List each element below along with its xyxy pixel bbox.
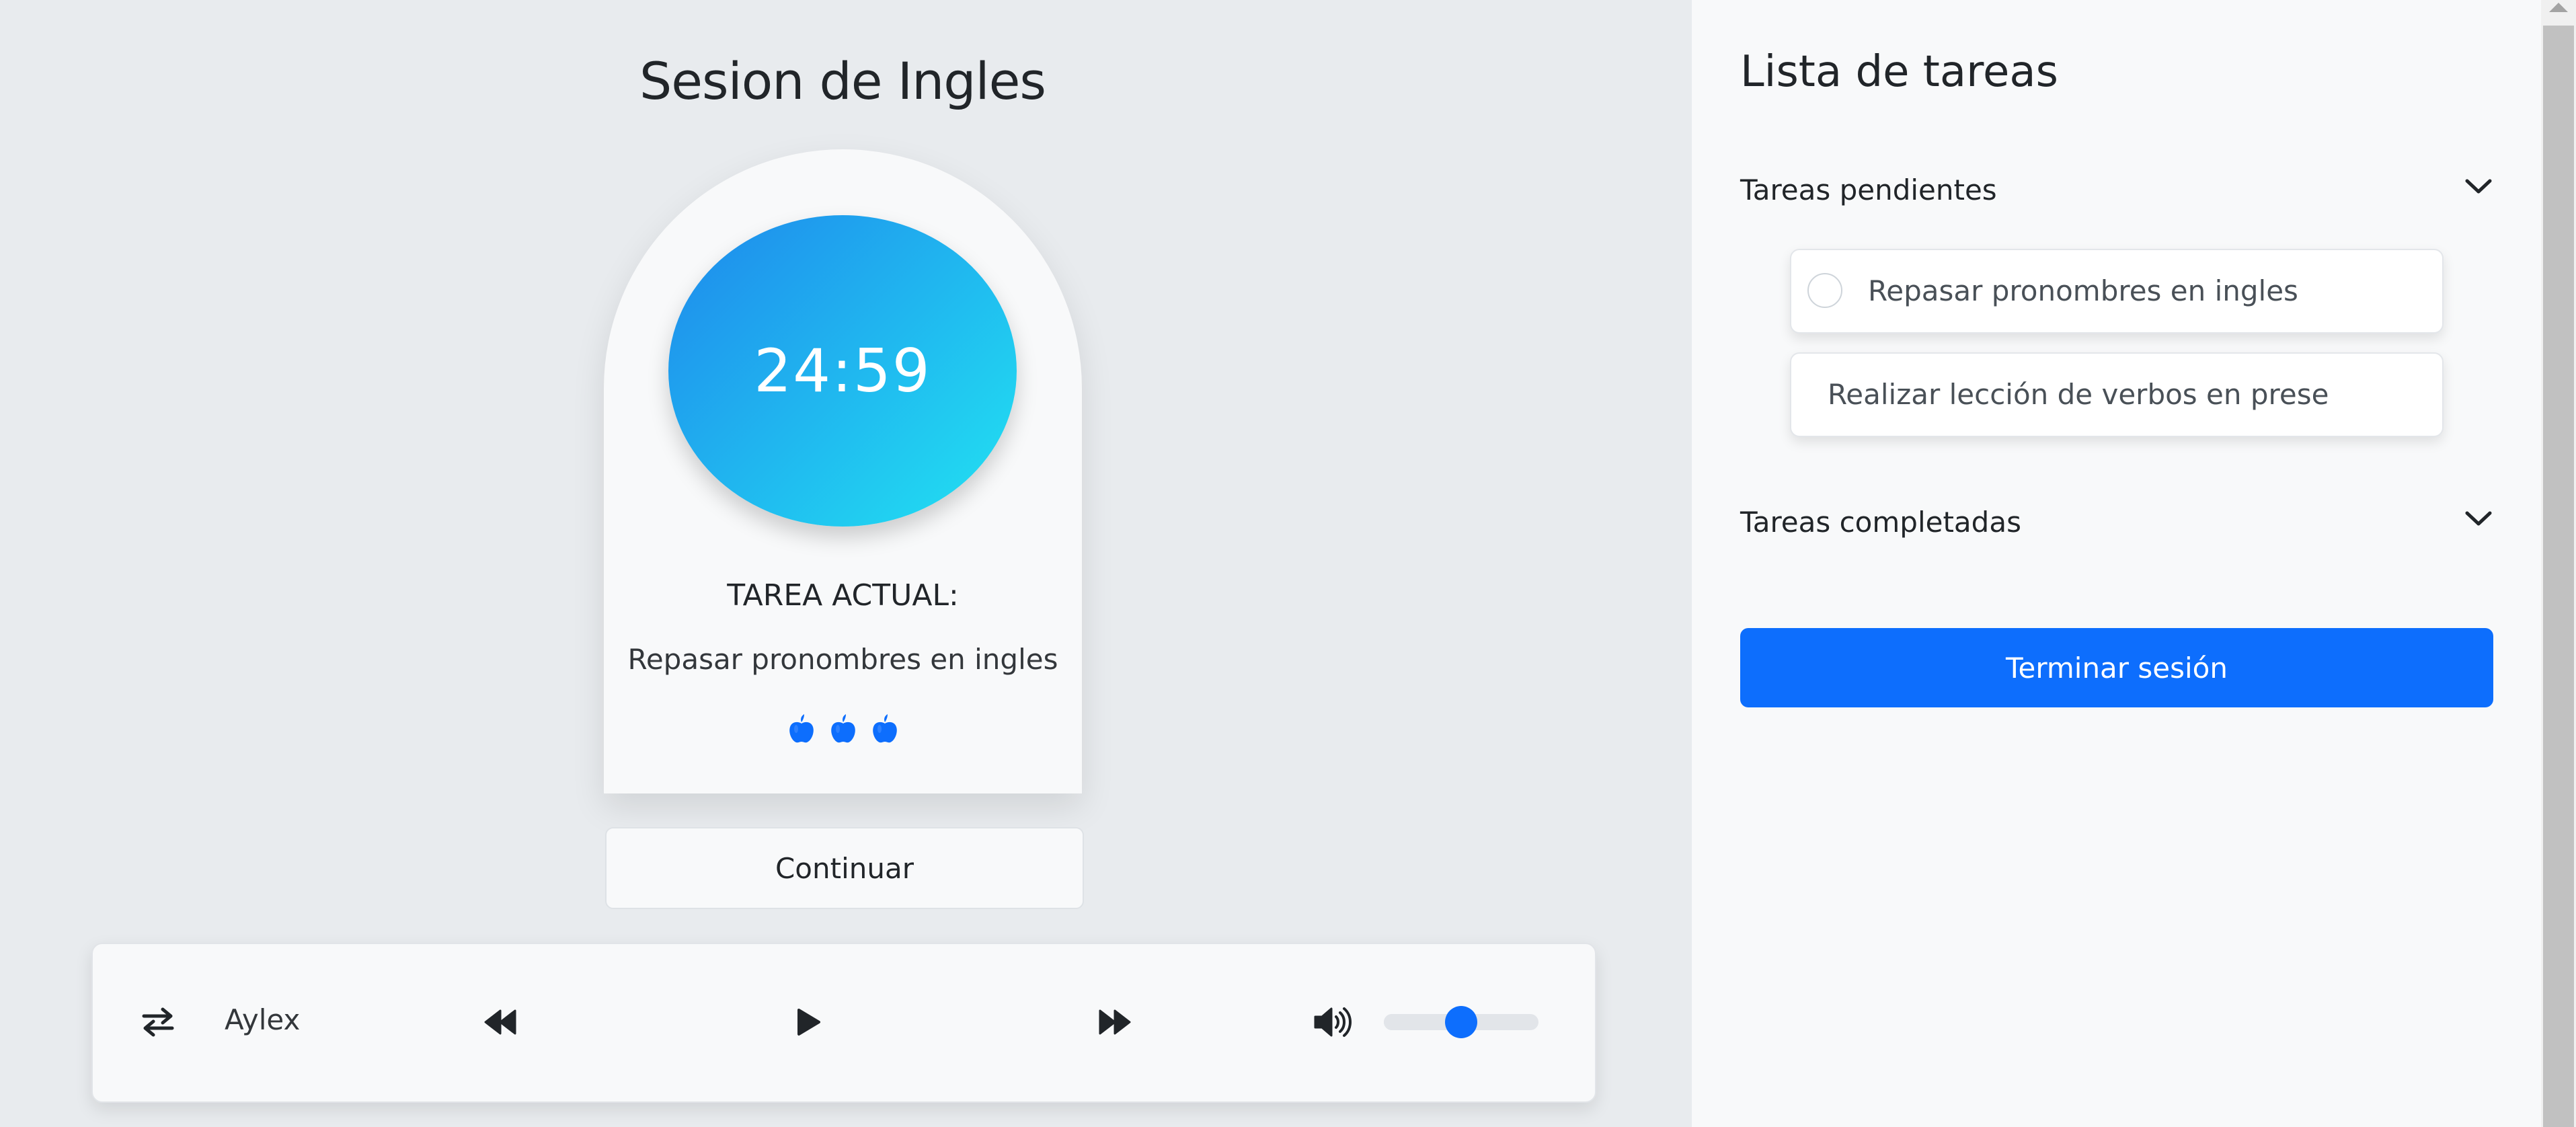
volume-slider[interactable] xyxy=(1384,1006,1538,1038)
continue-button[interactable]: Continuar xyxy=(605,827,1084,909)
current-task-name: Repasar pronombres en ingles xyxy=(627,643,1058,676)
pending-tasks-toggle[interactable]: Tareas pendientes xyxy=(1740,173,2493,214)
scrollbar[interactable] xyxy=(2541,0,2576,1127)
page-title: Sesion de Ingles xyxy=(639,51,1046,111)
completed-tasks-label: Tareas completadas xyxy=(1740,506,2021,539)
task-item-label: Repasar pronombres en ingles xyxy=(1868,274,2298,307)
volume-icon[interactable] xyxy=(1313,1005,1352,1039)
apple-icon xyxy=(872,714,897,743)
apple-icon xyxy=(789,714,814,743)
pending-tasks-label: Tareas pendientes xyxy=(1740,173,1997,206)
apple-icon xyxy=(830,714,855,743)
rewind-icon[interactable] xyxy=(483,1008,518,1036)
play-icon[interactable] xyxy=(795,1007,822,1037)
pomodoro-counter xyxy=(604,713,1082,744)
chevron-down-icon xyxy=(2465,179,2492,194)
timer-display: 24:59 xyxy=(668,215,1017,527)
task-complete-radio[interactable] xyxy=(1807,273,1842,308)
fast-forward-icon[interactable] xyxy=(1097,1008,1132,1036)
scroll-up-arrow-icon[interactable] xyxy=(2549,3,2568,12)
chevron-down-icon xyxy=(2465,511,2492,526)
timer-card: 24:59 TAREA ACTUAL: Repasar pronombres e… xyxy=(604,149,1082,793)
task-item[interactable]: Repasar pronombres en ingles xyxy=(1790,249,2444,334)
current-task-heading: TAREA ACTUAL: xyxy=(727,578,959,613)
volume-slider-thumb[interactable] xyxy=(1445,1006,1477,1038)
task-list-title: Lista de tareas xyxy=(1740,47,2058,97)
music-player: Aylex xyxy=(91,943,1596,1103)
end-session-button[interactable]: Terminar sesión xyxy=(1740,628,2493,707)
scrollbar-thumb[interactable] xyxy=(2543,26,2574,1127)
session-area: Sesion de Ingles 24:59 TAREA ACTUAL: Rep… xyxy=(0,0,1692,1127)
task-item-label: Realizar lección de verbos en prese xyxy=(1828,378,2329,411)
task-panel: Lista de tareas Tareas pendientes Repasa… xyxy=(1692,0,2541,1127)
task-item[interactable]: Realizar lección de verbos en prese xyxy=(1790,352,2444,437)
track-artist: Aylex xyxy=(225,1003,301,1036)
completed-tasks-toggle[interactable]: Tareas completadas xyxy=(1740,506,2493,546)
shuffle-icon[interactable] xyxy=(141,1007,175,1038)
